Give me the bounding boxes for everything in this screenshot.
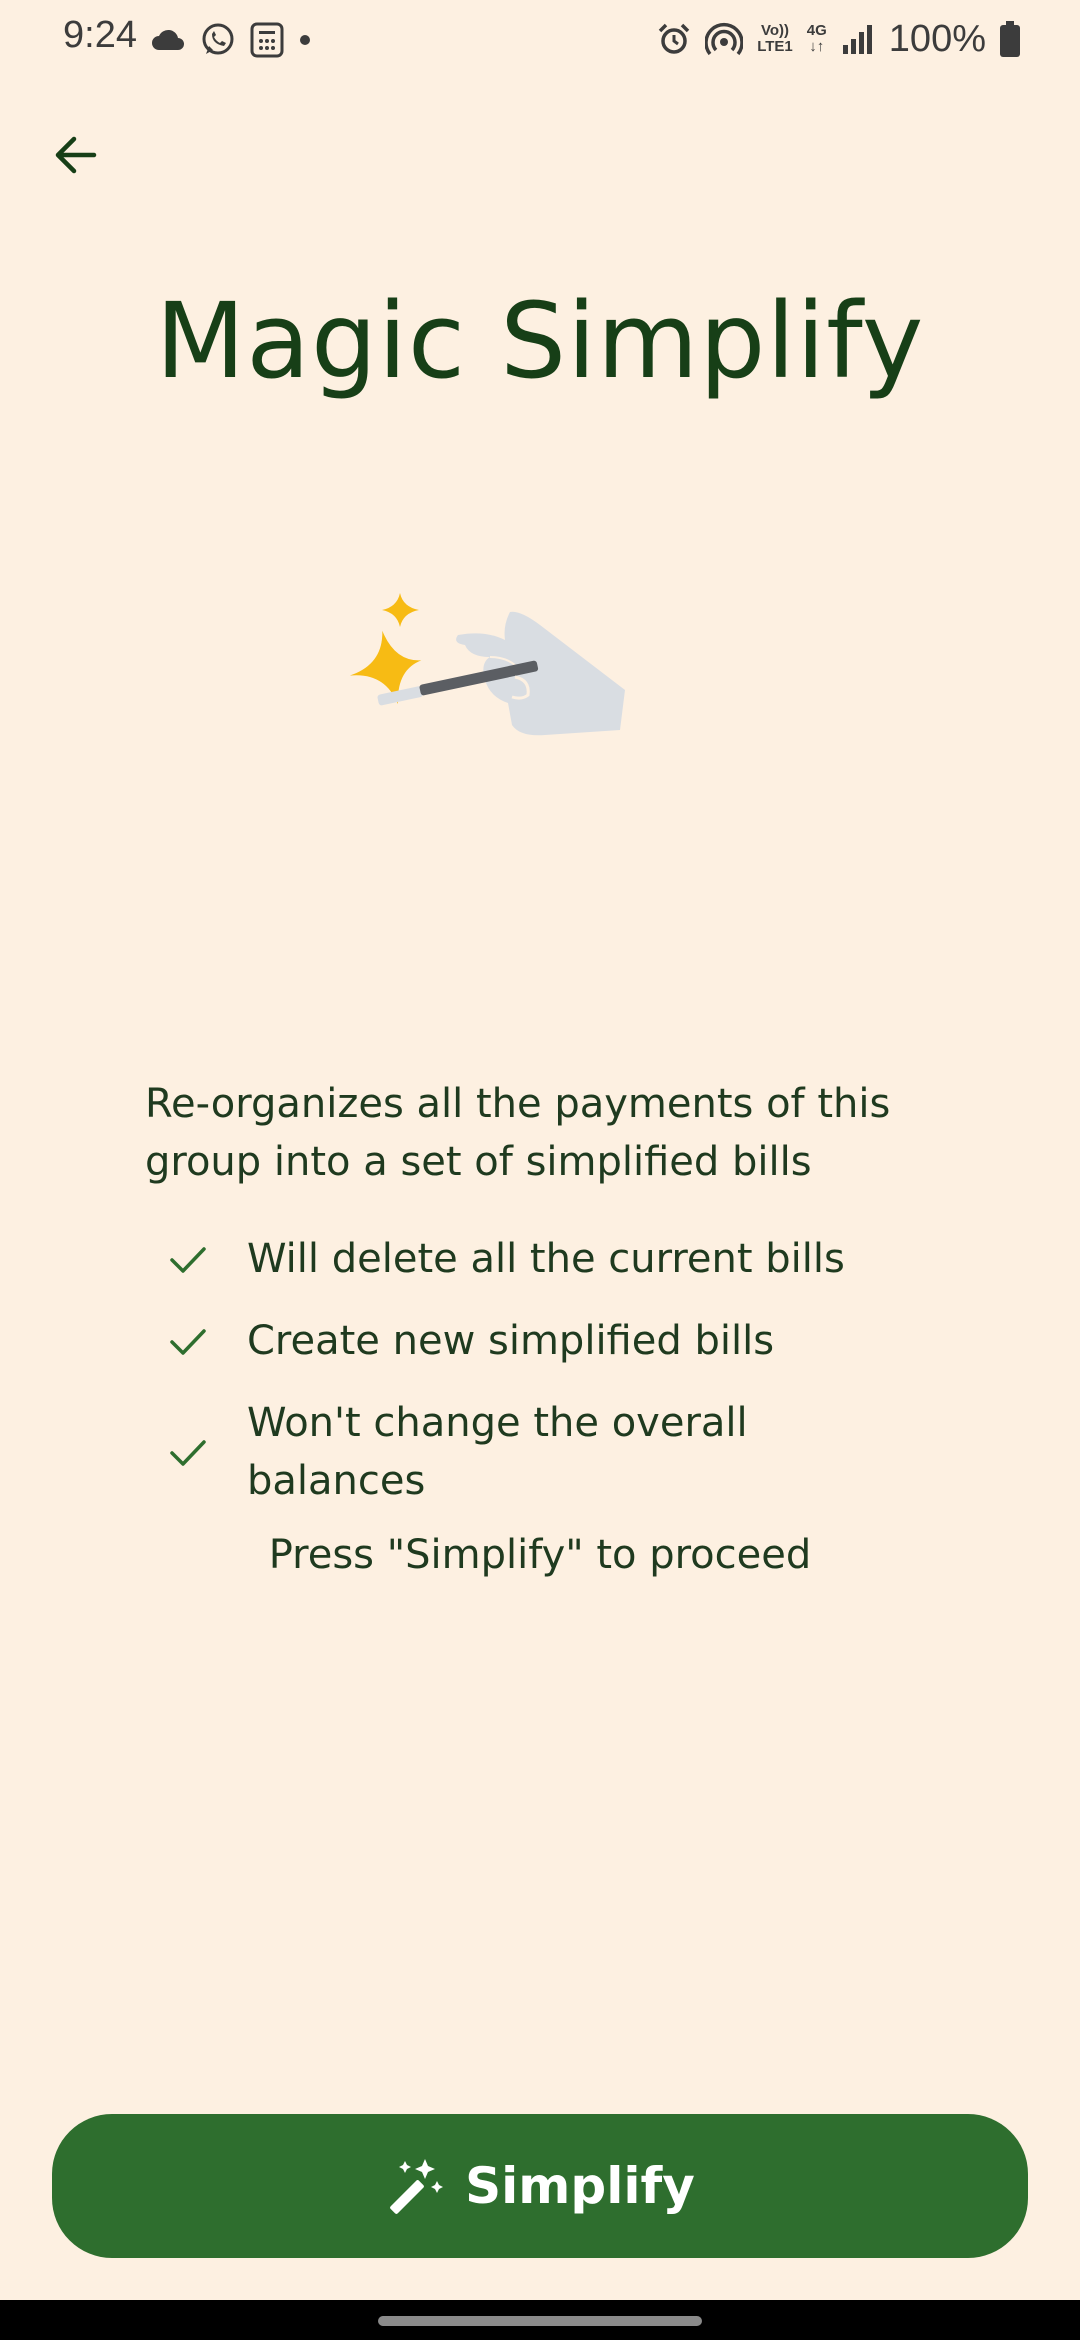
arrow-left-icon xyxy=(55,136,97,174)
status-bar: 9:24 Vo)) LTE1 4G ↓↑ 100% xyxy=(0,0,1080,80)
wand-stick xyxy=(377,686,423,706)
signal-strength-icon xyxy=(842,25,872,54)
status-system-icons: Vo)) LTE1 4G ↓↑ 100% xyxy=(657,14,1020,64)
checklist-item: Will delete all the current bills xyxy=(165,1230,925,1288)
small-sparkle-icon xyxy=(382,593,419,627)
cloud-icon xyxy=(152,29,184,50)
check-icon xyxy=(170,1247,206,1273)
checklist-item-text: Create new simplified bills xyxy=(247,1318,775,1364)
checklist-item-text: Won't change the overall balances xyxy=(247,1400,748,1504)
magic-wand-icon xyxy=(390,2159,444,2214)
hotspot-icon xyxy=(705,23,744,56)
feature-checklist: Will delete all the current bills Create… xyxy=(165,1230,925,1534)
simplify-button-label: Simplify xyxy=(465,2157,695,2215)
status-notification-icons xyxy=(150,20,312,60)
simplify-button[interactable]: Simplify xyxy=(52,2114,1028,2258)
battery-icon xyxy=(1000,21,1020,57)
alarm-icon xyxy=(658,23,690,54)
battery-percentage: 100% xyxy=(888,17,986,60)
magic-wand-hand-illustration xyxy=(349,593,625,736)
page-title: Magic Simplify xyxy=(155,280,925,402)
whatsapp-icon xyxy=(202,23,234,55)
more-notifications-dot-icon xyxy=(300,35,310,45)
check-icon xyxy=(170,1440,206,1466)
back-button[interactable] xyxy=(40,120,110,190)
checklist-item: Won't change the overall balances xyxy=(165,1394,925,1510)
network-type-badge: 4G ↓↑ xyxy=(806,22,827,55)
checklist-item: Create new simplified bills xyxy=(165,1312,925,1370)
checklist-item-text: Will delete all the current bills xyxy=(247,1236,845,1282)
description-text: Re-organizes all the payments of this gr… xyxy=(145,1081,891,1185)
check-icon xyxy=(170,1329,206,1355)
volte-badge: Vo)) LTE1 xyxy=(757,22,793,55)
status-time: 9:24 xyxy=(63,14,137,56)
system-navigation-bar xyxy=(0,2300,1080,2340)
calculator-icon xyxy=(250,22,284,58)
home-indicator[interactable] xyxy=(378,2316,702,2326)
proceed-hint-text: Press "Simplify" to proceed xyxy=(268,1532,812,1578)
